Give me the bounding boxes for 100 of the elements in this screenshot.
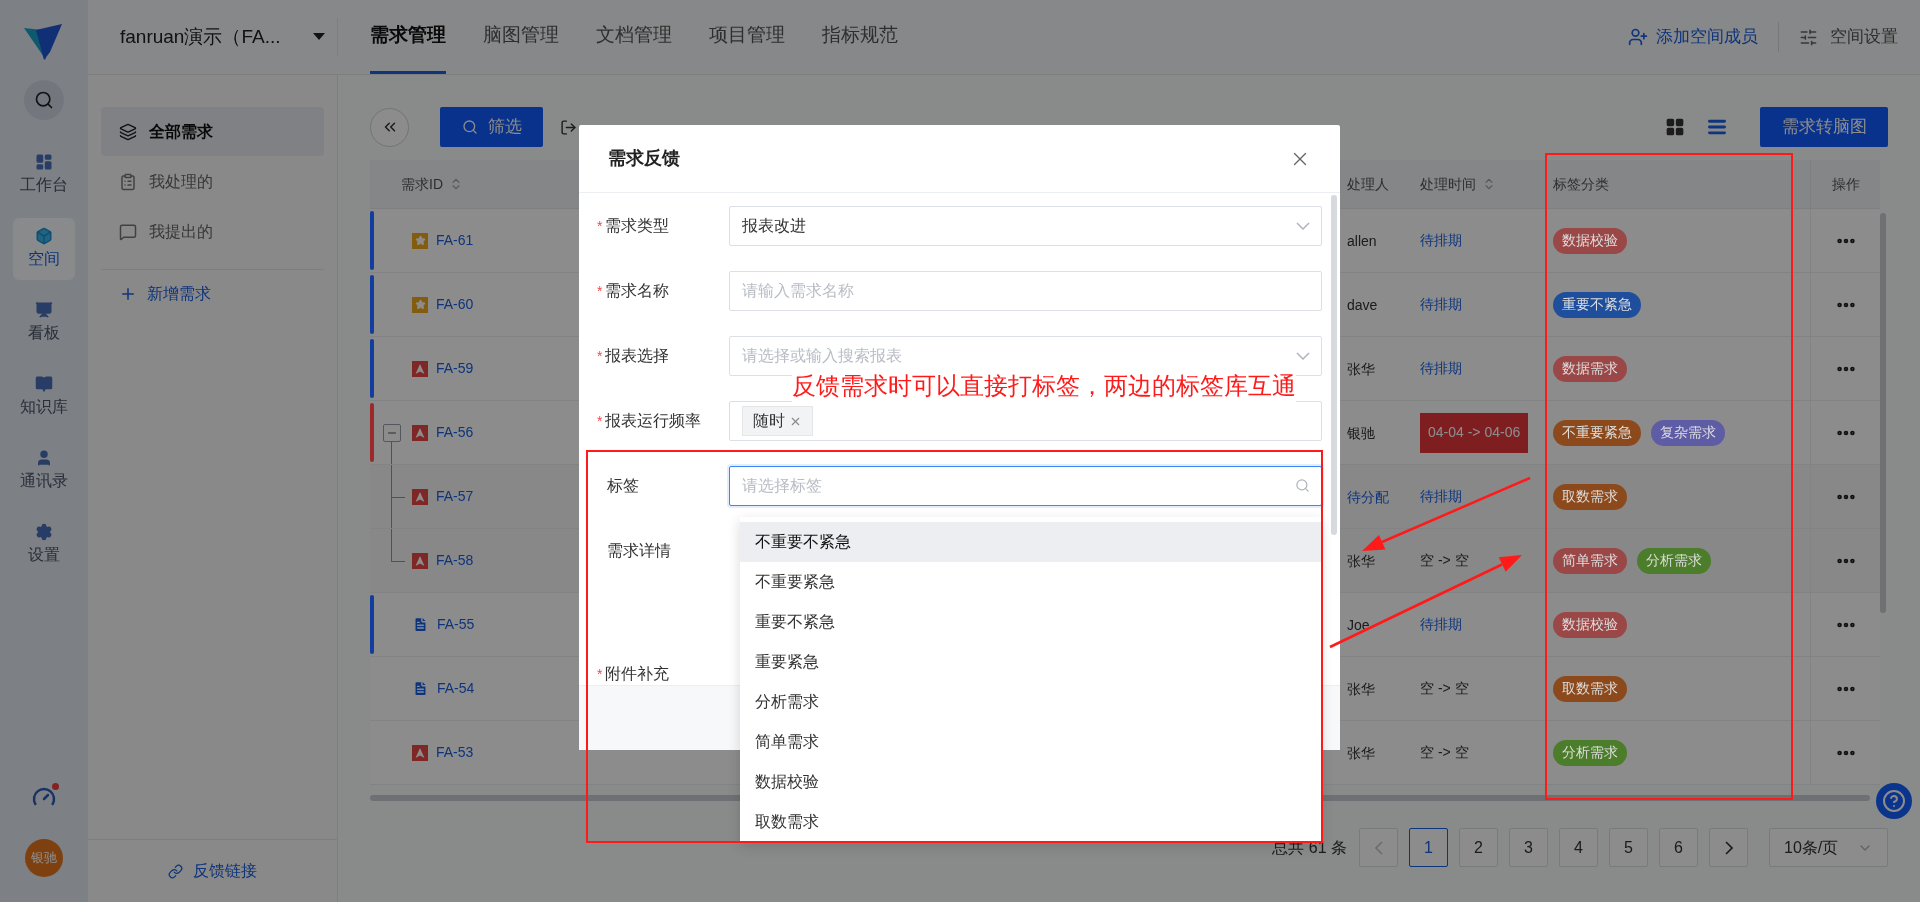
dashboard-icon	[35, 153, 53, 171]
settings-icon	[35, 523, 53, 541]
column-header: 处理时间	[1420, 174, 1476, 194]
schedule-link[interactable]: 待排期	[1420, 230, 1462, 251]
cube-icon	[35, 227, 53, 245]
requirement-id-link[interactable]: FA-56	[436, 422, 474, 443]
scrollbar-thumb[interactable]	[1880, 213, 1886, 613]
schedule-time: 空 -> 空	[1420, 679, 1469, 698]
space-settings-link[interactable]: 空间设置	[1830, 24, 1898, 50]
multi-select-field[interactable]: 随时	[729, 401, 1322, 441]
clipboard-icon	[119, 172, 137, 191]
filter-button[interactable]: 筛选	[440, 107, 543, 147]
chevron-down-icon	[1296, 352, 1310, 360]
tag-chip: 取数需求	[1553, 675, 1627, 702]
requirement-id-link[interactable]: FA-54	[437, 678, 475, 699]
top-tab[interactable]: 项目管理	[709, 0, 785, 74]
dropdown-option[interactable]: 不重要不紧急	[740, 522, 1321, 562]
top-tab[interactable]: 指标规范	[822, 0, 898, 74]
schedule-link[interactable]: 待排期	[1420, 294, 1462, 315]
requirement-id-link[interactable]: FA-60	[436, 294, 474, 315]
rail-nav-item[interactable]: 通讯录	[13, 440, 75, 502]
star-badge-icon	[412, 232, 428, 249]
sidebar-item[interactable]: 全部需求	[101, 107, 324, 156]
search-icon	[34, 90, 54, 110]
export-icon[interactable]	[560, 118, 577, 136]
sidebar-item[interactable]: 我处理的	[101, 157, 324, 206]
schedule-link[interactable]: 待排期	[1420, 614, 1462, 635]
caret-badge-icon	[412, 488, 428, 505]
feedback-link[interactable]: 反馈链接	[168, 859, 257, 883]
page-button[interactable]: 1	[1409, 828, 1448, 867]
tag-chip: 不重要紧急	[1553, 419, 1641, 446]
requirement-id-link[interactable]: FA-53	[436, 742, 474, 763]
collapse-sidebar-button[interactable]	[370, 107, 409, 147]
assignee-name: 张华	[1347, 680, 1375, 697]
assignee-name: allen	[1347, 232, 1377, 249]
grid-view-icon[interactable]	[1665, 117, 1685, 137]
annotation-text: 反馈需求时可以直接打标签，两边的标签库互通	[792, 370, 1296, 402]
tag-chip: 分析需求	[1553, 739, 1627, 766]
required-asterisk: *	[597, 412, 603, 431]
assign-link[interactable]: 待分配	[1347, 488, 1389, 505]
required-asterisk: *	[597, 665, 603, 684]
caret-badge-icon	[412, 360, 428, 377]
field-label: 需求类型	[605, 216, 670, 236]
caret-down-icon[interactable]	[313, 33, 325, 41]
required-asterisk: *	[597, 347, 603, 366]
convert-mindmap-button[interactable]: 需求转脑图	[1760, 107, 1888, 147]
tag-chip: 数据需求	[1553, 355, 1627, 382]
tag-chip: 简单需求	[1553, 547, 1627, 574]
caret-badge-icon	[412, 744, 428, 761]
input-field[interactable]: 请输入需求名称	[729, 271, 1322, 311]
caret-badge-icon	[412, 424, 428, 441]
list-view-icon[interactable]	[1707, 117, 1727, 137]
required-asterisk: *	[597, 282, 603, 301]
rail-nav-item[interactable]: 知识库	[13, 366, 75, 428]
field-label: 报表选择	[605, 346, 670, 366]
tag-chip: 取数需求	[1553, 483, 1627, 510]
field-label: 标签	[606, 476, 639, 496]
add-requirement-link[interactable]: 新增需求	[101, 270, 324, 318]
link-icon	[168, 863, 183, 879]
schedule-link[interactable]: 待排期	[1420, 486, 1462, 507]
requirement-id-link[interactable]: FA-58	[436, 550, 474, 571]
schedule-link[interactable]: 待排期	[1420, 358, 1462, 379]
layers-icon	[119, 122, 137, 141]
requirement-id-link[interactable]: FA-61	[436, 230, 474, 251]
select-field[interactable]: 报表改进	[729, 206, 1322, 246]
search-button[interactable]	[24, 80, 64, 120]
collapse-toggle[interactable]	[383, 423, 401, 442]
person-icon	[35, 449, 53, 467]
star-badge-icon	[412, 296, 428, 313]
page-button[interactable]: 4	[1559, 828, 1598, 867]
page-button[interactable]: 5	[1609, 828, 1648, 867]
document-icon	[412, 680, 429, 697]
tag-chip: 复杂需求	[1651, 419, 1725, 446]
assignee-name: 张华	[1347, 552, 1375, 569]
page-size-select[interactable]: 10条/页	[1769, 828, 1888, 867]
next-page-button[interactable]	[1709, 828, 1748, 867]
page-button[interactable]: 3	[1509, 828, 1548, 867]
rail-nav-item[interactable]: 空间	[13, 218, 75, 280]
rail-nav-item[interactable]: 工作台	[13, 144, 75, 206]
top-tab[interactable]: 脑图管理	[483, 0, 559, 74]
requirement-id-link[interactable]: FA-55	[437, 614, 475, 635]
requirement-id-link[interactable]: FA-59	[436, 358, 474, 379]
settings-sliders-icon[interactable]	[1799, 27, 1818, 47]
dialog-scrollbar[interactable]	[1331, 195, 1337, 535]
top-tab[interactable]: 文档管理	[596, 0, 672, 74]
document-icon	[412, 616, 429, 633]
rail-nav-item[interactable]: 看板	[13, 292, 75, 354]
assignee-name: dave	[1347, 296, 1378, 313]
page-button[interactable]: 2	[1459, 828, 1498, 867]
sidebar-item[interactable]: 我提出的	[101, 207, 324, 256]
chevron-right-icon	[1724, 840, 1733, 855]
rail-nav-item[interactable]: 设置	[13, 514, 75, 576]
page-button[interactable]: 6	[1659, 828, 1698, 867]
space-name[interactable]: fanruan演示（FA...	[120, 22, 281, 52]
requirement-id-link[interactable]: FA-57	[436, 486, 474, 507]
selected-tag: 随时	[742, 406, 813, 436]
add-member-link[interactable]: 添加空间成员	[1656, 24, 1758, 50]
user-avatar[interactable]: 银驰	[25, 839, 63, 877]
add-user-icon[interactable]	[1628, 27, 1648, 47]
field-label: 需求详情	[606, 541, 671, 561]
